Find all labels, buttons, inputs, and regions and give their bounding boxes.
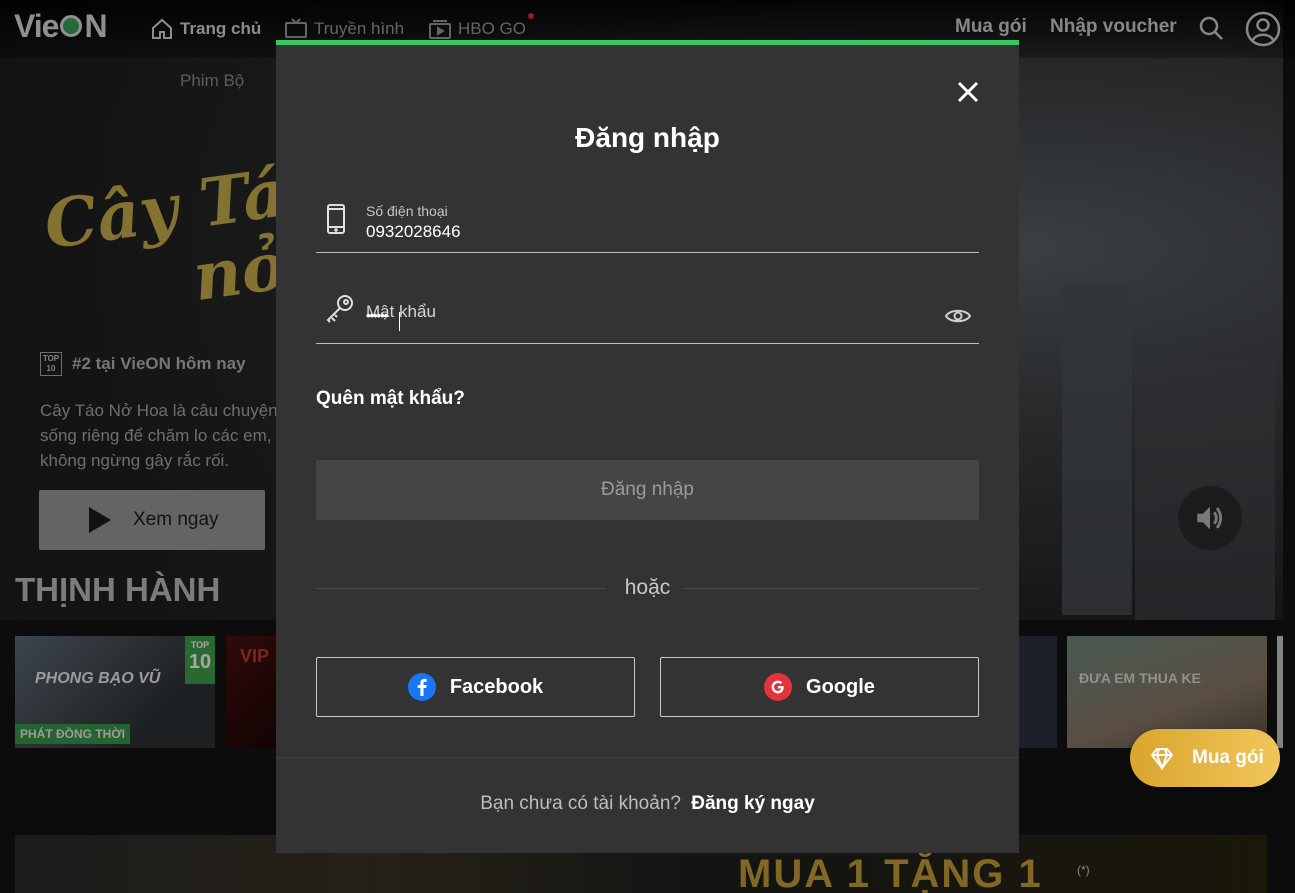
key-icon <box>326 295 353 323</box>
google-label: Google <box>806 675 875 698</box>
text-caret <box>399 312 400 331</box>
forgot-password-link[interactable]: Quên mật khẩu? <box>316 388 465 410</box>
phone-field[interactable]: Số điện thoại <box>316 195 979 253</box>
google-icon <box>764 673 793 701</box>
facebook-label: Facebook <box>449 675 544 698</box>
facebook-icon <box>407 673 436 701</box>
password-field[interactable]: Mật khẩu •••••• <box>316 288 979 344</box>
google-login-button[interactable]: Google <box>660 657 979 717</box>
facebook-login-button[interactable]: Facebook <box>316 657 635 717</box>
diamond-icon <box>1150 748 1174 771</box>
no-account-text: Bạn chưa có tài khoản? <box>480 793 681 814</box>
divider-line <box>683 588 979 589</box>
signup-prompt: Bạn chưa có tài khoản? Đăng ký ngay <box>276 793 1019 815</box>
floating-buy-button[interactable]: Mua gói <box>1130 729 1280 787</box>
phone-input[interactable] <box>366 222 926 242</box>
or-divider: hoặc <box>316 575 979 601</box>
floating-buy-label: Mua gói <box>1192 747 1264 768</box>
eye-icon[interactable] <box>945 307 971 325</box>
login-submit-button[interactable]: Đăng nhập <box>316 460 979 520</box>
close-icon[interactable] <box>954 78 982 106</box>
password-input[interactable]: •••••• <box>366 308 388 323</box>
mobile-phone-icon <box>327 204 345 234</box>
signup-link[interactable]: Đăng ký ngay <box>691 793 815 814</box>
modal-title: Đăng nhập <box>575 122 720 153</box>
phone-label: Số điện thoại <box>366 203 448 219</box>
login-modal: Đăng nhập Số điện thoại Mật khẩu •••••• … <box>276 40 1019 853</box>
modal-footer-divider <box>276 757 1019 758</box>
